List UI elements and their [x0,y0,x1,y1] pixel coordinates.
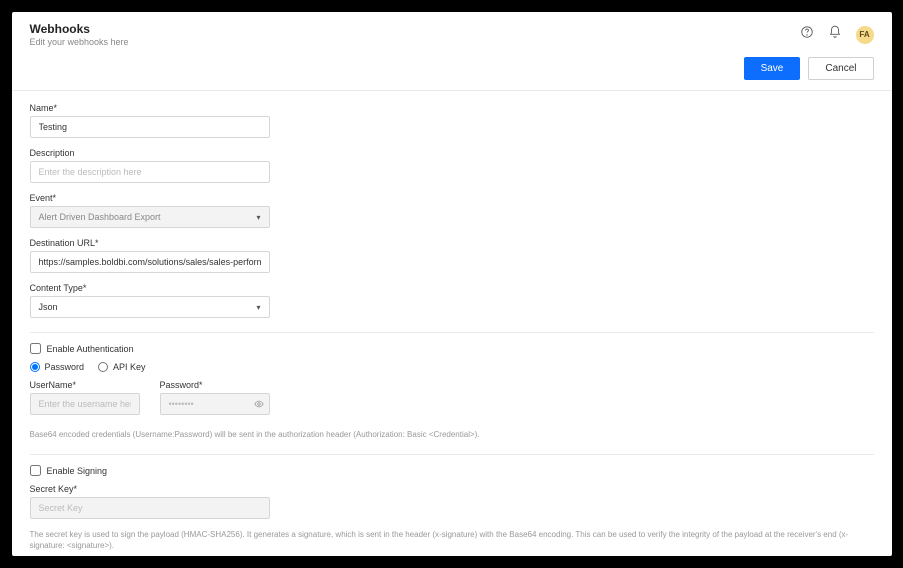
header: Webhooks Edit your webhooks here FA [12,12,892,53]
eye-icon[interactable] [254,399,264,409]
cancel-button[interactable]: Cancel [808,57,873,80]
form-main: Name* Description Event* Alert Driven Da… [12,91,892,556]
field-password: Password* [160,380,270,415]
notification-icon[interactable] [828,25,842,44]
description-input[interactable] [30,161,270,183]
avatar[interactable]: FA [856,26,874,44]
content-type-select[interactable]: Json ▾ [30,296,270,318]
divider [30,332,874,333]
field-event: Event* Alert Driven Dashboard Export ▾ [30,193,874,228]
signing-help-text: The secret key is used to sign the paylo… [30,529,874,551]
name-input[interactable] [30,116,270,138]
secret-key-label: Secret Key* [30,484,874,494]
action-bar: Save Cancel [12,53,892,91]
radio-password[interactable] [30,362,40,372]
username-label: UserName* [30,380,140,390]
divider [30,454,874,455]
enable-signing-label: Enable Signing [47,466,108,476]
radio-apikey-label: API Key [113,362,146,372]
auth-type-radio-group: Password API Key [30,362,874,372]
radio-apikey[interactable] [98,362,108,372]
username-input[interactable] [30,393,140,415]
field-username: UserName* [30,380,140,415]
description-label: Description [30,148,874,158]
password-label: Password* [160,380,270,390]
enable-signing-checkbox[interactable] [30,465,41,476]
field-destination-url: Destination URL* [30,238,874,273]
destination-input[interactable] [30,251,270,273]
enable-auth-row: Enable Authentication [30,343,874,354]
app-window: Webhooks Edit your webhooks here FA Save… [12,12,892,556]
destination-label: Destination URL* [30,238,874,248]
event-label: Event* [30,193,874,203]
page-title: Webhooks [30,22,129,36]
field-description: Description [30,148,874,183]
enable-auth-label: Enable Authentication [47,344,134,354]
name-label: Name* [30,103,874,113]
auth-help-text: Base64 encoded credentials (Username:Pas… [30,429,874,440]
auth-credentials-row: UserName* Password* [30,380,874,425]
chevron-down-icon: ▾ [256,213,260,222]
event-selected-value: Alert Driven Dashboard Export [39,212,161,222]
content-type-selected-value: Json [39,302,58,312]
radio-password-item: Password [30,362,85,372]
header-actions: FA [800,25,874,44]
radio-password-label: Password [45,362,85,372]
chevron-down-icon: ▾ [256,303,260,312]
help-icon[interactable] [800,25,814,44]
event-select[interactable]: Alert Driven Dashboard Export ▾ [30,206,270,228]
field-secret-key: Secret Key* [30,484,874,519]
radio-apikey-item: API Key [98,362,146,372]
save-button[interactable]: Save [744,57,801,80]
enable-auth-checkbox[interactable] [30,343,41,354]
secret-key-input[interactable] [30,497,270,519]
field-content-type: Content Type* Json ▾ [30,283,874,318]
enable-signing-row: Enable Signing [30,465,874,476]
title-block: Webhooks Edit your webhooks here [30,22,129,47]
field-name: Name* [30,103,874,138]
content-type-label: Content Type* [30,283,874,293]
page-subtitle: Edit your webhooks here [30,37,129,47]
